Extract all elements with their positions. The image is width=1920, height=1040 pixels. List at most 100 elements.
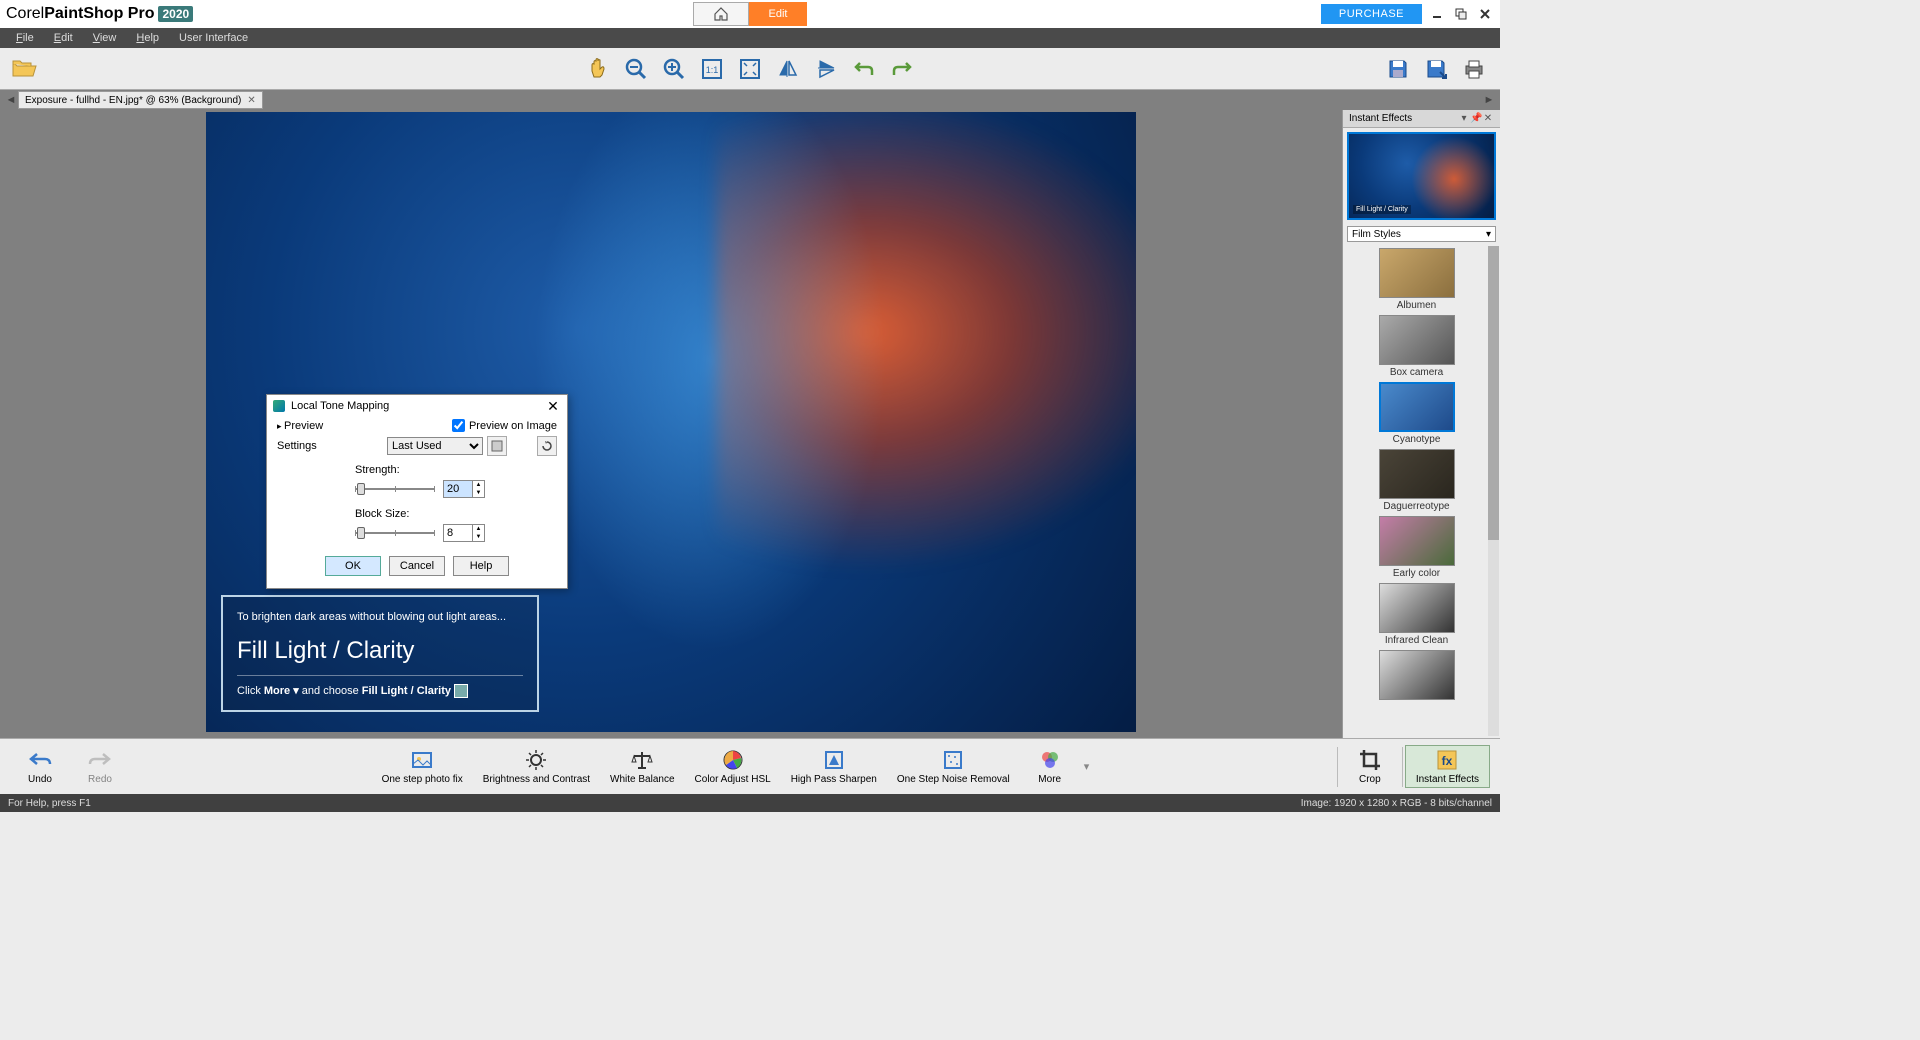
- fill-light-icon: [454, 684, 468, 698]
- undo-button[interactable]: Undo: [10, 746, 70, 787]
- more-icon: [1038, 748, 1062, 772]
- redo-tool[interactable]: [886, 53, 918, 85]
- color-adjust-hsl-button[interactable]: Color Adjust HSL: [685, 746, 781, 787]
- save-as-button[interactable]: [1420, 53, 1452, 85]
- main-area: To brighten dark areas without blowing o…: [0, 110, 1500, 738]
- panel-menu-icon[interactable]: ▾: [1458, 113, 1470, 124]
- zoom-actual-icon: 1:1: [700, 57, 724, 81]
- bottom-toolbar: Undo Redo One step photo fix Brightness …: [0, 738, 1500, 794]
- document-tab-label: Exposure - fullhd - EN.jpg* @ 63% (Backg…: [25, 95, 241, 106]
- zoom-in-icon: [662, 57, 686, 81]
- settings-label: Settings: [277, 440, 387, 452]
- flip-horizontal-tool[interactable]: [772, 53, 804, 85]
- preview-on-image-input[interactable]: [452, 419, 465, 432]
- workspace-tabs: Edit: [693, 2, 807, 26]
- preview-toggle[interactable]: Preview: [277, 420, 323, 432]
- zoom-fit-icon: [738, 57, 762, 81]
- strength-slider[interactable]: [355, 482, 435, 496]
- menu-view[interactable]: View: [83, 30, 127, 46]
- save-button[interactable]: [1382, 53, 1414, 85]
- main-toolbar: 1:1: [0, 48, 1500, 90]
- zoom-out-icon: [624, 57, 648, 81]
- tab-next-icon[interactable]: ►: [1482, 94, 1496, 106]
- zoom-fit-tool[interactable]: [734, 53, 766, 85]
- noise-removal-button[interactable]: One Step Noise Removal: [887, 746, 1020, 787]
- print-button[interactable]: [1458, 53, 1490, 85]
- redo-button[interactable]: Redo: [70, 746, 130, 787]
- high-pass-sharpen-button[interactable]: High Pass Sharpen: [781, 746, 887, 787]
- effect-early-color[interactable]: Early color: [1347, 516, 1486, 579]
- statusbar: For Help, press F1 Image: 1920 x 1280 x …: [0, 794, 1500, 812]
- zoom-out-tool[interactable]: [620, 53, 652, 85]
- effects-scrollbar[interactable]: [1488, 246, 1499, 736]
- block-size-slider[interactable]: [355, 526, 435, 540]
- balance-icon: [630, 748, 654, 772]
- strength-input[interactable]: [444, 481, 472, 497]
- strength-spinner-arrows[interactable]: ▲▼: [472, 481, 484, 497]
- dialog-close-icon[interactable]: ✕: [545, 398, 561, 415]
- zoom-in-tool[interactable]: [658, 53, 690, 85]
- effect-cyanotype[interactable]: Cyanotype: [1347, 382, 1486, 445]
- zoom-100-tool[interactable]: 1:1: [696, 53, 728, 85]
- flip-v-icon: [814, 57, 838, 81]
- more-dropdown-icon[interactable]: ▾: [1084, 760, 1090, 773]
- open-button[interactable]: [10, 57, 38, 81]
- crop-button[interactable]: Crop: [1340, 746, 1400, 787]
- reset-button[interactable]: [537, 436, 557, 456]
- tab-home[interactable]: [693, 2, 749, 26]
- document-tab[interactable]: Exposure - fullhd - EN.jpg* @ 63% (Backg…: [18, 91, 263, 109]
- maximize-icon[interactable]: [1452, 7, 1470, 21]
- ok-button[interactable]: OK: [325, 556, 381, 576]
- tip-divider: [237, 675, 523, 676]
- one-step-photo-fix-button[interactable]: One step photo fix: [372, 746, 473, 787]
- white-balance-button[interactable]: White Balance: [600, 746, 684, 787]
- document-tab-close-icon[interactable]: ✕: [247, 95, 255, 106]
- effect-more[interactable]: [1347, 650, 1486, 700]
- minimize-icon[interactable]: [1428, 7, 1446, 21]
- block-size-input[interactable]: [444, 525, 472, 541]
- block-size-spinner[interactable]: ▲▼: [443, 524, 485, 542]
- app-brand: CorelPaintShop Pro: [6, 5, 154, 23]
- flip-vertical-tool[interactable]: [810, 53, 842, 85]
- dialog-titlebar[interactable]: Local Tone Mapping ✕: [267, 395, 567, 417]
- tab-edit[interactable]: Edit: [749, 2, 807, 26]
- settings-preset-select[interactable]: Last Used: [387, 437, 483, 455]
- reset-icon: [541, 440, 553, 452]
- purchase-button[interactable]: PURCHASE: [1321, 4, 1422, 24]
- preview-on-image-checkbox[interactable]: Preview on Image: [452, 419, 557, 432]
- titlebar: CorelPaintShop Pro 2020 Edit PURCHASE: [0, 0, 1500, 28]
- cancel-button[interactable]: Cancel: [389, 556, 445, 576]
- undo-tool[interactable]: [848, 53, 880, 85]
- noise-icon: [941, 748, 965, 772]
- brightness-contrast-button[interactable]: Brightness and Contrast: [473, 746, 600, 787]
- effect-albumen[interactable]: Albumen: [1347, 248, 1486, 311]
- pan-tool[interactable]: [582, 53, 614, 85]
- effect-infrared-clean[interactable]: Infrared Clean: [1347, 583, 1486, 646]
- status-left: For Help, press F1: [8, 798, 91, 809]
- close-icon[interactable]: [1476, 7, 1494, 21]
- menu-user-interface[interactable]: User Interface: [169, 30, 258, 46]
- more-button[interactable]: More: [1020, 746, 1080, 787]
- save-preset-button[interactable]: [487, 436, 507, 456]
- block-size-spinner-arrows[interactable]: ▲▼: [472, 525, 484, 541]
- fx-icon: fx: [1435, 748, 1459, 772]
- panel-close-icon[interactable]: ✕: [1482, 113, 1494, 124]
- effect-daguerreotype[interactable]: Daguerreotype: [1347, 449, 1486, 512]
- tip-title: Fill Light / Clarity: [237, 637, 523, 665]
- brightness-icon: [524, 748, 548, 772]
- help-button[interactable]: Help: [453, 556, 509, 576]
- menu-help[interactable]: Help: [126, 30, 169, 46]
- tab-prev-icon[interactable]: ◄: [4, 94, 18, 106]
- tip-action: Click More ▾ and choose Fill Light / Cla…: [237, 684, 523, 698]
- undo-icon: [852, 57, 876, 81]
- canvas-area: To brighten dark areas without blowing o…: [0, 110, 1342, 738]
- effects-list: Albumen Box camera Cyanotype Daguerreoty…: [1343, 244, 1500, 738]
- menu-file[interactable]: File: [6, 30, 44, 46]
- instant-effects-button[interactable]: fxInstant Effects: [1405, 745, 1490, 788]
- strength-spinner[interactable]: ▲▼: [443, 480, 485, 498]
- hand-icon: [586, 57, 610, 81]
- menu-edit[interactable]: Edit: [44, 30, 83, 46]
- panel-header[interactable]: Instant Effects ▾ 📌 ✕: [1343, 110, 1500, 128]
- effect-box-camera[interactable]: Box camera: [1347, 315, 1486, 378]
- panel-pin-icon[interactable]: 📌: [1470, 113, 1482, 124]
